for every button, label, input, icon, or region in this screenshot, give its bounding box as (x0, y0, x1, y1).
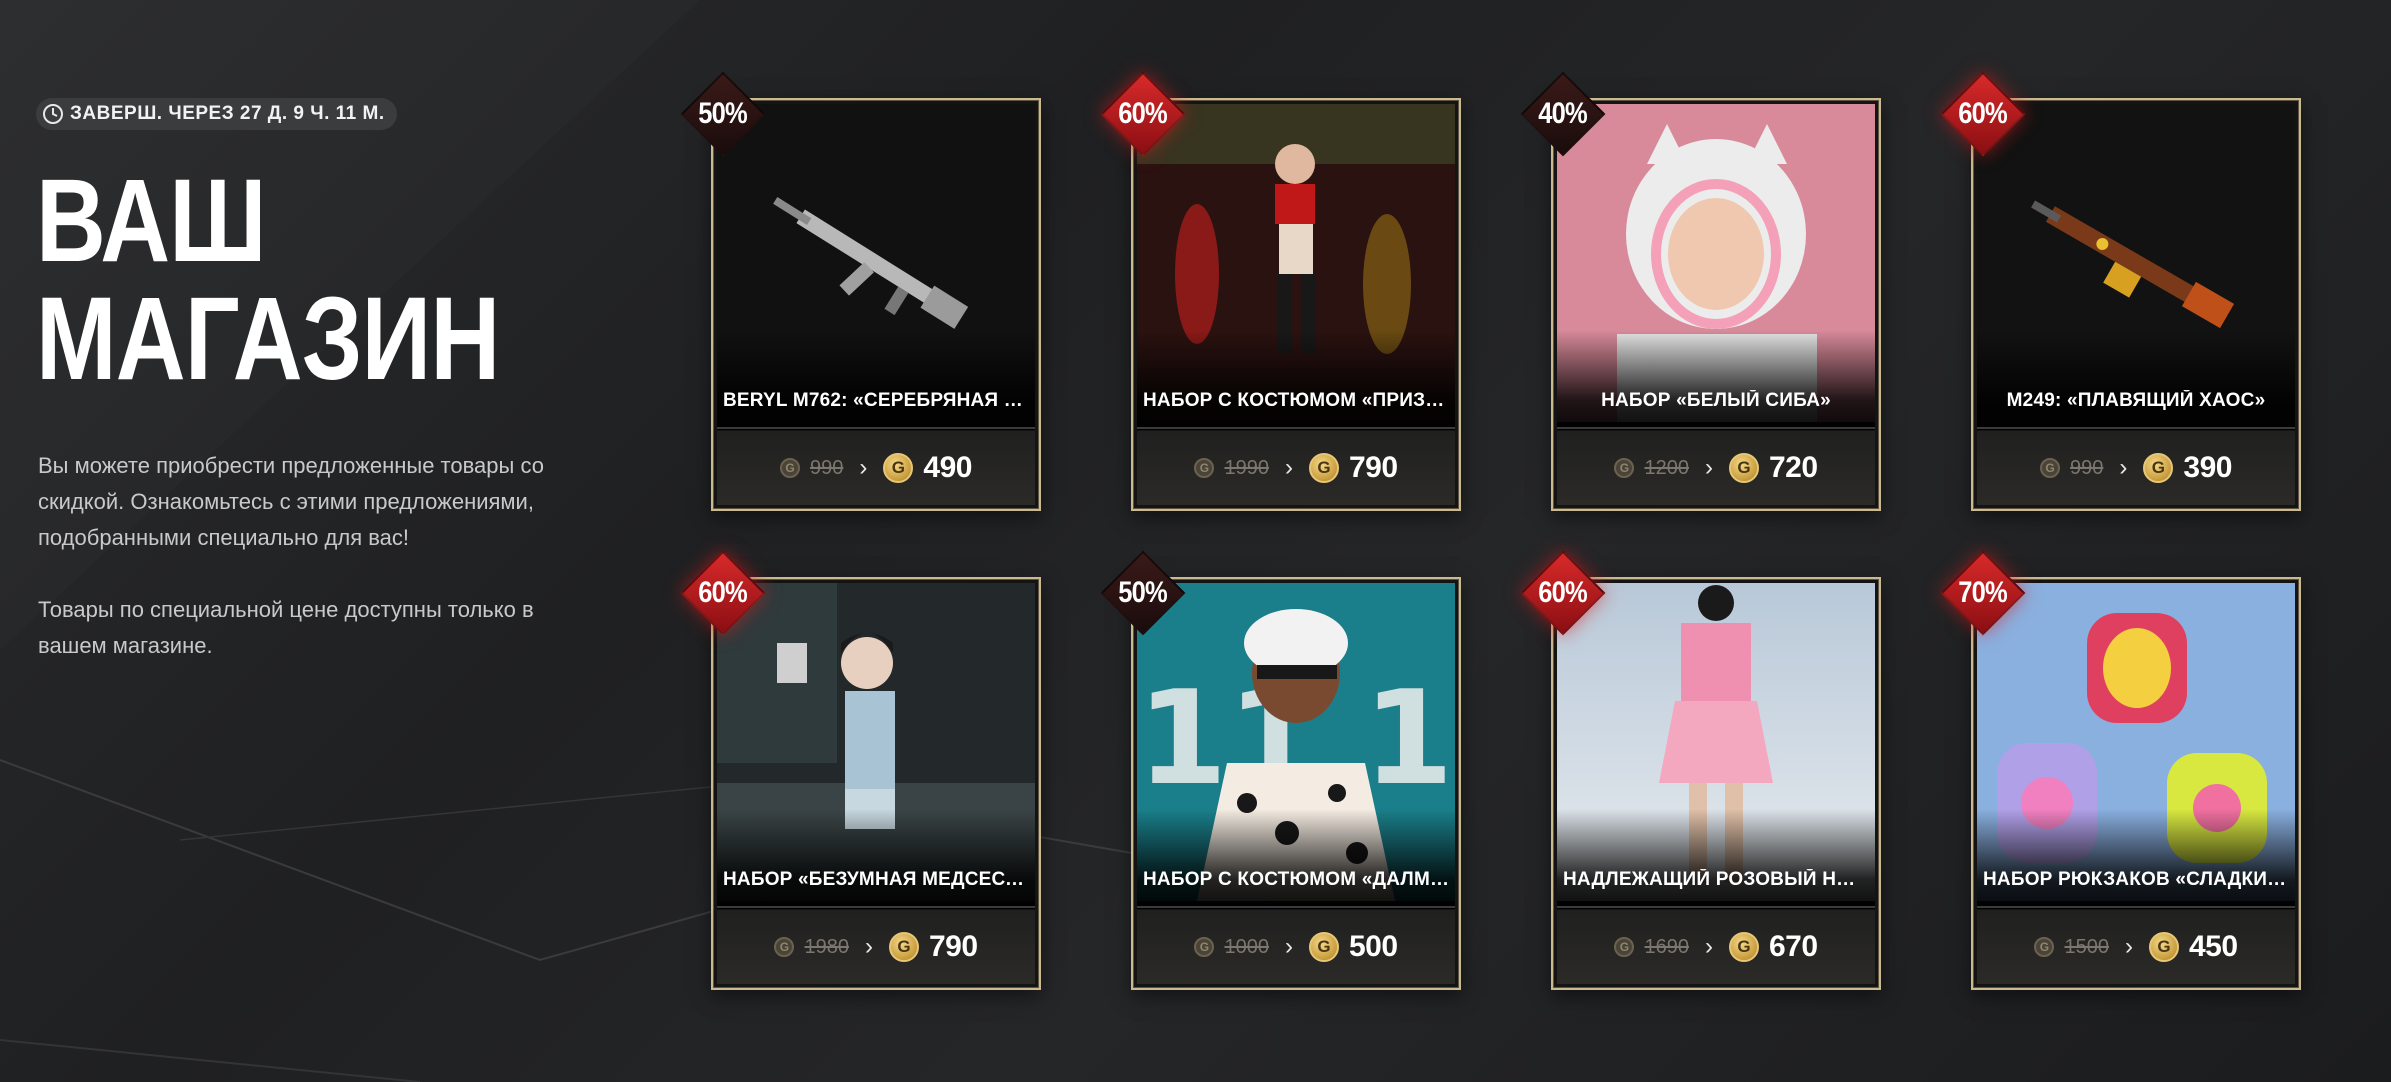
discount-label: 60% (698, 576, 748, 609)
discount-badge: 60% (671, 541, 775, 645)
offer-name: НАБОР «БЕЗУМНАЯ МЕДСЕСТР... (723, 869, 1029, 890)
offer-name: НАБОР РЮКЗАКОВ «СЛАДКИЕ ... (1983, 869, 2289, 890)
coin-icon: G (883, 453, 914, 483)
coin-icon: G (780, 458, 801, 478)
discount-badge: 60% (1091, 62, 1195, 166)
offer-name: НАБОР С КОСТЮМОМ «ПРИЗР... (1143, 390, 1449, 411)
discount-badge: 50% (671, 62, 775, 166)
old-price: 1200 (1644, 456, 1689, 479)
coin-icon: G (774, 937, 795, 957)
chevron-right-icon: › (859, 454, 868, 481)
old-price: 990 (810, 456, 844, 479)
chevron-right-icon: › (864, 933, 873, 960)
coin-icon: G (1308, 932, 1339, 962)
offer-name: НАБОР С КОСТЮМОМ «ДАЛМА... (1143, 869, 1449, 890)
coin-icon: G (1614, 937, 1635, 957)
title-line-2: МАГАЗИН (36, 273, 500, 405)
chevron-right-icon: › (1284, 454, 1293, 481)
divider (1137, 427, 1455, 429)
offer-name: M249: «ПЛАВЯЩИЙ ХАОС» (2006, 390, 2266, 411)
discount-badge: 60% (1511, 541, 1615, 645)
discount-label: 60% (1118, 97, 1168, 130)
chevron-right-icon: › (1704, 454, 1713, 481)
old-price: 1980 (804, 935, 849, 958)
page-title: ВАШ МАГАЗИН (36, 155, 500, 405)
discount-badge: 60% (1931, 62, 2035, 166)
timer-badge: ЗАВЕРШ. ЧЕРЕЗ 27 Д. 9 Ч. 11 М. (36, 98, 397, 130)
new-price: 790 (1348, 451, 1398, 484)
coin-icon: G (1728, 453, 1759, 483)
discount-label: 60% (1958, 97, 2008, 130)
timer-text: ЗАВЕРШ. ЧЕРЕЗ 27 Д. 9 Ч. 11 М. (70, 103, 385, 124)
coin-icon: G (1194, 937, 1215, 957)
clock-icon (43, 104, 63, 124)
old-price: 1000 (1224, 935, 1269, 958)
chevron-right-icon: › (2124, 933, 2133, 960)
offer-price: G 990 › G 390 (1977, 431, 2295, 505)
divider (1557, 906, 1875, 908)
new-price: 500 (1348, 930, 1398, 963)
discount-badge: 50% (1091, 541, 1195, 645)
offer-price: G 1980 › G 790 (717, 910, 1035, 984)
coin-icon: G (2034, 937, 2055, 957)
discount-badge: 70% (1931, 541, 2035, 645)
offer-price: G 990 › G 490 (717, 431, 1035, 505)
new-price: 790 (928, 930, 978, 963)
divider (1977, 427, 2295, 429)
coin-icon: G (1308, 453, 1339, 483)
offer-price: G 1500 › G 450 (1977, 910, 2295, 984)
new-price: 490 (923, 451, 972, 484)
offer-price: G 1990 › G 790 (1137, 431, 1455, 505)
chevron-right-icon: › (1284, 933, 1293, 960)
offer-price: G 1200 › G 720 (1557, 431, 1875, 505)
divider (717, 427, 1035, 429)
offer-name: НАБОР «БЕЛЫЙ СИБА» (1601, 390, 1831, 411)
offer-price: G 1000 › G 500 (1137, 910, 1455, 984)
discount-label: 60% (1538, 576, 1588, 609)
coin-icon: G (888, 932, 919, 962)
description-paragraph-1: Вы можете приобрести предложенные товары… (38, 453, 544, 550)
discount-label: 50% (698, 97, 748, 130)
discount-label: 70% (1958, 576, 2008, 609)
old-price: 990 (2070, 456, 2104, 479)
offer-name: НАДЛЕЖАЩИЙ РОЗОВЫЙ НАБ... (1563, 869, 1869, 890)
new-price: 450 (2188, 930, 2238, 963)
coin-icon: G (2143, 453, 2174, 483)
discount-label: 50% (1118, 576, 1168, 609)
divider (717, 906, 1035, 908)
discount-badge: 40% (1511, 62, 1615, 166)
old-price: 1990 (1224, 456, 1269, 479)
offer-name: BERYL M762: «СЕРЕБРЯНАЯ О... (723, 390, 1029, 411)
description-paragraph-2: Товары по специальной цене доступны толь… (38, 597, 534, 658)
coin-icon: G (1614, 458, 1635, 478)
coin-icon: G (1728, 932, 1759, 962)
divider (1557, 427, 1875, 429)
new-price: 670 (1768, 930, 1818, 963)
title-line-1: ВАШ (36, 155, 267, 287)
offer-price: G 1690 › G 670 (1557, 910, 1875, 984)
discount-label: 40% (1538, 97, 1588, 130)
new-price: 390 (2183, 451, 2232, 484)
chevron-right-icon: › (2119, 454, 2128, 481)
divider (1977, 906, 2295, 908)
coin-icon: G (2148, 932, 2179, 962)
shop-description: Вы можете приобрести предложенные товары… (38, 448, 598, 700)
new-price: 720 (1768, 451, 1818, 484)
chevron-right-icon: › (1704, 933, 1713, 960)
coin-icon: G (2040, 458, 2061, 478)
divider (1137, 906, 1455, 908)
old-price: 1690 (1644, 935, 1689, 958)
coin-icon: G (1194, 458, 1215, 478)
old-price: 1500 (2064, 935, 2109, 958)
